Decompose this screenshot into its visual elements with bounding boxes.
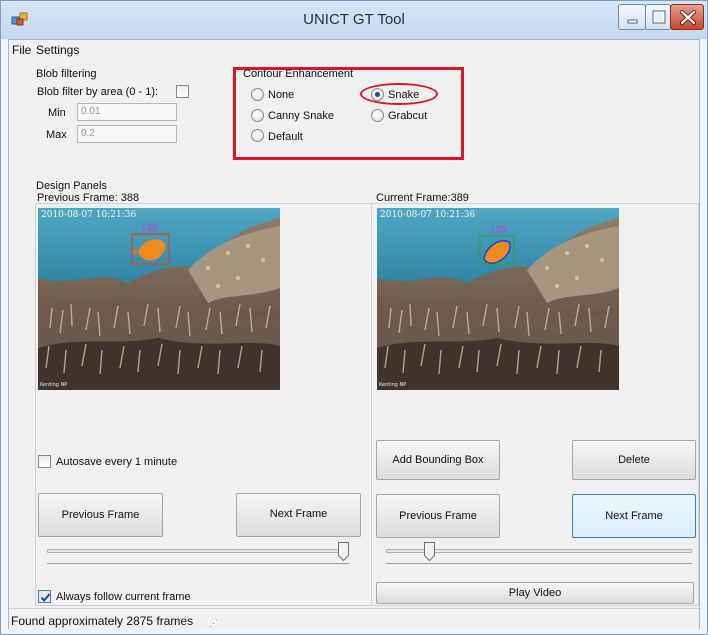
radio-none-label: None bbox=[268, 89, 295, 101]
status-text: Found approximately 2875 frames bbox=[11, 614, 194, 628]
play-video-button[interactable]: Play Video bbox=[376, 582, 694, 604]
radio-canny-snake-label: Canny Snake bbox=[268, 110, 335, 122]
right-previous-frame-button[interactable]: Previous Frame bbox=[376, 494, 500, 538]
previous-frame-image[interactable]: Kenting NP 2010-08-07 10:21:36 139 bbox=[38, 208, 280, 390]
autosave-label: Autosave every 1 minute bbox=[56, 456, 178, 468]
autosave-checkbox[interactable] bbox=[38, 455, 51, 468]
maximize-icon bbox=[652, 10, 666, 24]
title-bar[interactable]: UNICT GT Tool bbox=[1, 1, 707, 39]
max-input[interactable]: 0.2 bbox=[77, 125, 177, 143]
timestamp-left: 2010-08-07 10:21:36 bbox=[41, 210, 137, 220]
left-frame-slider-track[interactable] bbox=[47, 549, 349, 553]
blob-filter-checkbox[interactable] bbox=[176, 85, 189, 98]
radio-canny-snake[interactable] bbox=[251, 109, 264, 122]
radio-default[interactable] bbox=[251, 129, 264, 142]
window-title: UNICT GT Tool bbox=[303, 11, 405, 28]
radio-grabcut[interactable] bbox=[371, 109, 384, 122]
delete-label: Delete bbox=[618, 454, 650, 466]
right-next-frame-button[interactable]: Next Frame bbox=[572, 494, 696, 538]
right-slider-ticks bbox=[386, 563, 692, 564]
radio-none[interactable] bbox=[251, 88, 264, 101]
play-video-label: Play Video bbox=[508, 587, 562, 599]
min-input[interactable]: 0.01 bbox=[77, 103, 177, 121]
min-label: Min bbox=[48, 107, 66, 119]
right-previous-frame-label: Previous Frame bbox=[399, 510, 477, 522]
slider-thumb-icon bbox=[424, 542, 436, 562]
bbox-id-right: 139 bbox=[490, 225, 507, 236]
radio-snake[interactable] bbox=[371, 88, 384, 101]
status-bar: Found approximately 2875 frames ⋰ bbox=[9, 608, 699, 630]
minimize-button[interactable] bbox=[618, 4, 646, 30]
resize-grip-icon[interactable]: ⋰ bbox=[209, 618, 218, 629]
svg-text:Kenting NP: Kenting NP bbox=[379, 382, 406, 388]
minimize-icon bbox=[627, 19, 638, 24]
left-slider-ticks bbox=[47, 563, 349, 564]
right-next-frame-label: Next Frame bbox=[605, 510, 663, 522]
blob-filtering-label: Blob filtering bbox=[36, 68, 97, 80]
radio-snake-label: Snake bbox=[388, 89, 420, 101]
menu-bar: File Settings bbox=[9, 40, 699, 60]
bbox-id-left: 139 bbox=[141, 223, 158, 234]
design-panels-label: Design Panels bbox=[36, 180, 107, 192]
close-button[interactable] bbox=[670, 4, 704, 30]
contour-enhancement-label: Contour Enhancement bbox=[243, 68, 354, 80]
always-follow-checkbox[interactable] bbox=[38, 590, 51, 603]
radio-default-label: Default bbox=[268, 131, 303, 143]
radio-grabcut-label: Grabcut bbox=[388, 110, 428, 122]
left-previous-frame-label: Previous Frame bbox=[61, 509, 140, 521]
add-bounding-box-button[interactable]: Add Bounding Box bbox=[376, 440, 500, 480]
left-next-frame-label: Next Frame bbox=[269, 508, 328, 520]
reef-scene-left: Kenting NP bbox=[38, 208, 280, 390]
always-follow-label: Always follow current frame bbox=[56, 591, 191, 603]
blob-filter-label: Blob filter by area (0 - 1): bbox=[37, 86, 159, 98]
maximize-button[interactable] bbox=[645, 4, 671, 30]
current-frame-image[interactable]: Kenting NP 2010-08-07 10:21:36 139 bbox=[377, 208, 619, 390]
slider-thumb-icon bbox=[338, 542, 349, 562]
menu-file[interactable]: File bbox=[12, 43, 31, 57]
svg-text:Kenting NP: Kenting NP bbox=[40, 382, 67, 388]
max-label: Max bbox=[46, 129, 67, 141]
left-previous-frame-button[interactable]: Previous Frame bbox=[38, 493, 163, 537]
close-icon bbox=[680, 10, 696, 25]
client-area: File Settings Blob filtering Blob filter… bbox=[8, 39, 700, 630]
delete-button[interactable]: Delete bbox=[572, 440, 696, 480]
left-next-frame-button[interactable]: Next Frame bbox=[236, 493, 361, 537]
right-frame-slider-thumb[interactable] bbox=[424, 542, 436, 562]
left-frame-slider-thumb[interactable] bbox=[338, 542, 349, 562]
timestamp-right: 2010-08-07 10:21:36 bbox=[380, 210, 476, 220]
checkmark-icon bbox=[40, 593, 51, 602]
app-window: UNICT GT Tool File Settings Blob filteri… bbox=[0, 0, 708, 635]
add-bounding-box-label: Add Bounding Box bbox=[392, 454, 484, 466]
menu-settings[interactable]: Settings bbox=[36, 43, 79, 57]
